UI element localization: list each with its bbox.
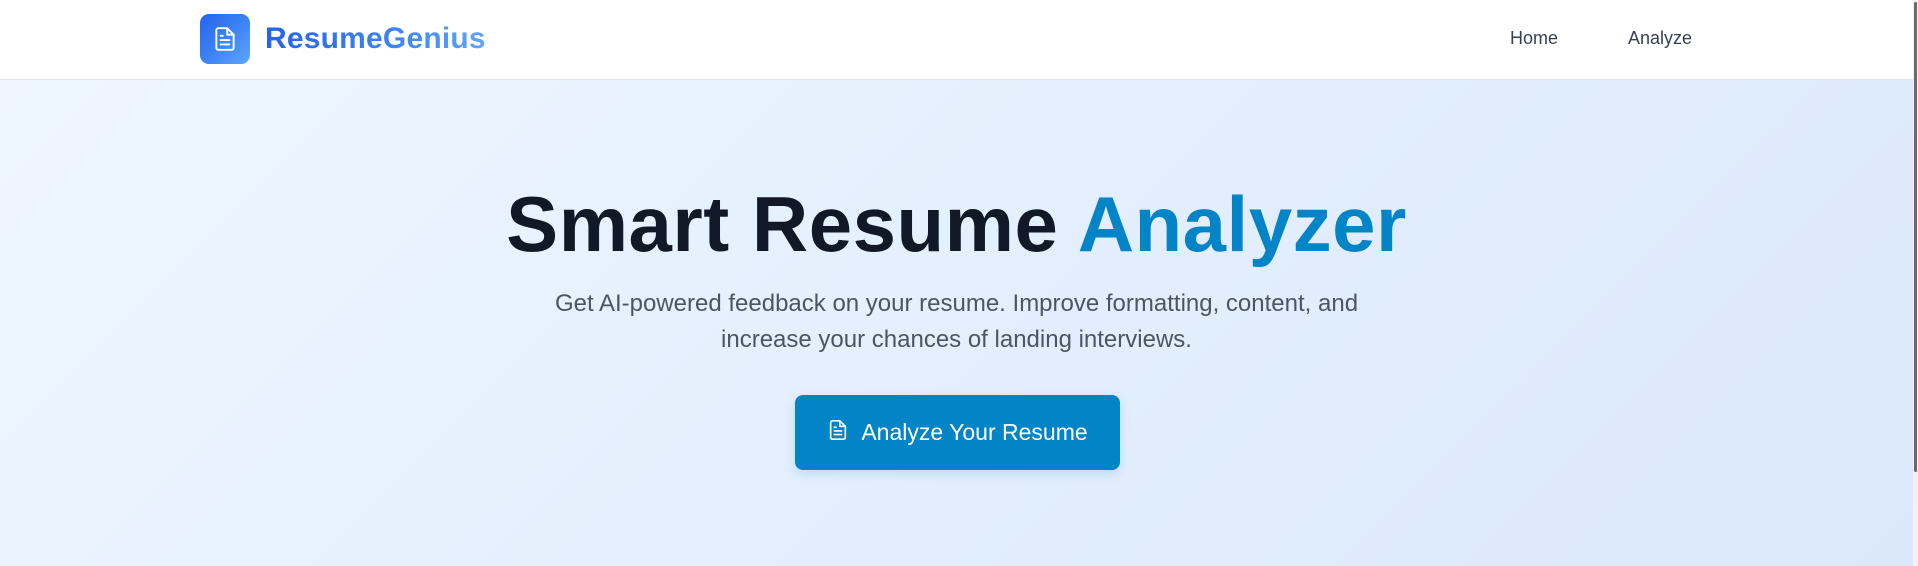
page: ResumeGenius Home Analyze Smart Resume A… [0,0,1913,566]
navbar: ResumeGenius Home Analyze [0,0,1913,80]
page-scrollbar[interactable] [1913,0,1918,566]
nav-link-analyze[interactable]: Analyze [1628,28,1692,49]
hero-section: Smart Resume Analyzer Get AI-powered fee… [0,80,1913,566]
nav-link-home[interactable]: Home [1510,28,1558,49]
hero-title-accent: Analyzer [1077,180,1407,268]
nav-links: Home Analyze [1510,28,1692,49]
hero-title-main: Smart Resume [506,180,1078,268]
analyze-resume-button-label: Analyze Your Resume [861,419,1088,445]
hero-subtitle: Get AI-powered feedback on your resume. … [554,290,1359,353]
hero-title: Smart Resume Analyzer [0,178,1913,272]
document-icon [200,14,250,64]
brand-logo-link[interactable]: ResumeGenius [200,14,486,64]
brand-name: ResumeGenius [265,22,486,55]
scrollbar-thumb[interactable] [1914,2,1917,472]
document-icon [827,418,849,448]
analyze-resume-button[interactable]: Analyze Your Resume [795,395,1120,470]
